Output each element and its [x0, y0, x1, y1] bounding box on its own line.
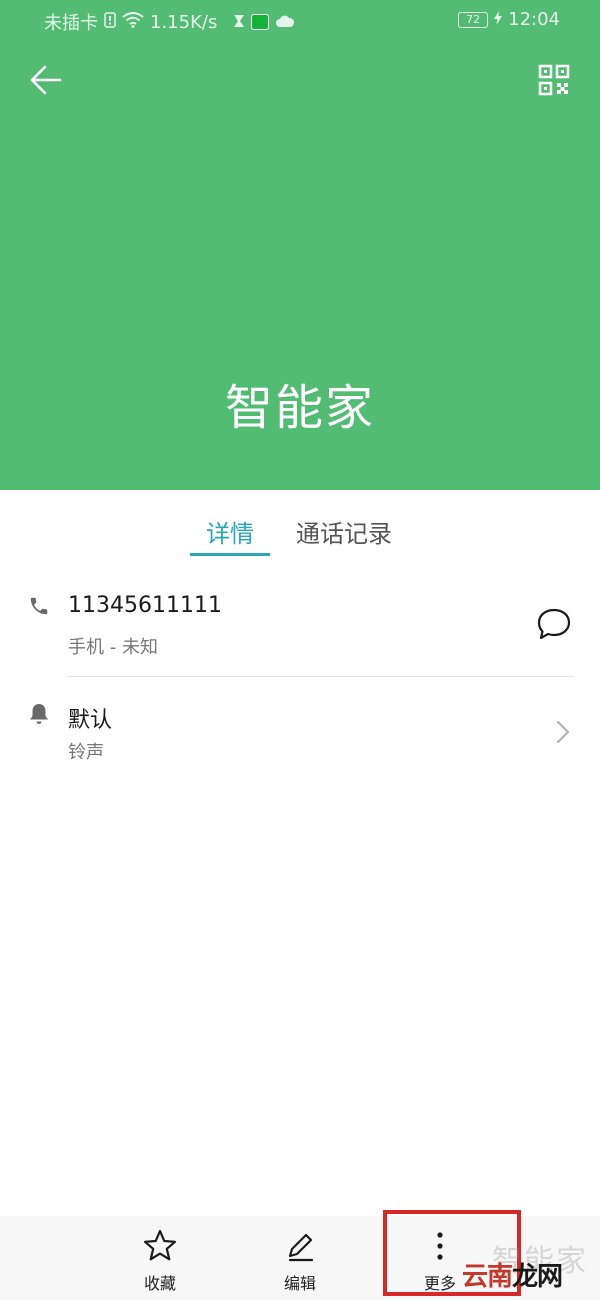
watermark-mid: 龙 [512, 1262, 538, 1292]
pencil-icon [288, 1233, 314, 1262]
ringtone-label: 铃声 [68, 742, 104, 763]
watermark-main-text: 云南龙网 [462, 1256, 563, 1293]
bell-icon [28, 702, 52, 726]
edit-button[interactable]: 编辑 [260, 1228, 340, 1298]
phone-icon [28, 595, 52, 619]
watermark-suffix: 网 [537, 1262, 563, 1292]
favorite-button[interactable]: 收藏 [120, 1228, 200, 1298]
watermark-prefix: 云南 [462, 1262, 513, 1292]
sim-icon [104, 11, 116, 33]
message-icon [537, 608, 571, 640]
detail-tabs: 详情 通话记录 [0, 500, 600, 560]
ringtone-row[interactable]: 默认 铃声 [0, 690, 600, 770]
hourglass-icon [233, 12, 245, 33]
star-icon [143, 1229, 177, 1261]
tab-details[interactable]: 详情 [190, 514, 270, 549]
qr-code-icon [538, 64, 570, 96]
net-speed-text: 1.15K/s [150, 11, 218, 33]
phone-number-row[interactable]: 11345611111 手机 - 未知 [0, 585, 600, 677]
chevron-right-icon [552, 718, 574, 746]
status-right: 72 12:04 [458, 9, 560, 30]
status-left: 未插卡 1.15K/s [44, 9, 295, 35]
ringtone-value: 默认 [68, 708, 113, 733]
cloud-icon [275, 12, 295, 33]
active-tab-indicator [190, 553, 270, 556]
qr-code-button[interactable] [534, 60, 574, 100]
contact-header: 未插卡 1.15K/s 72 12:04 智能家 [0, 0, 600, 490]
arrow-left-icon [30, 65, 62, 95]
favorite-label: 收藏 [143, 1274, 176, 1293]
row-divider [68, 676, 574, 677]
contact-name: 智能家 [224, 380, 375, 436]
app-notification-icon [251, 14, 270, 30]
wifi-icon [122, 11, 144, 33]
carrier-text: 未插卡 [44, 13, 98, 34]
phone-number: 11345611111 [68, 593, 222, 618]
clock-text: 12:04 [508, 9, 560, 30]
charging-icon [494, 9, 503, 30]
send-message-button[interactable] [534, 604, 574, 644]
battery-indicator: 72 [458, 11, 489, 28]
phone-type: 手机 - 未知 [68, 637, 158, 658]
status-bar: 未插卡 1.15K/s 72 12:04 [0, 0, 600, 42]
edit-label: 编辑 [283, 1274, 316, 1293]
tab-call-log[interactable]: 通话记录 [296, 514, 392, 549]
watermark: 智能家 云南龙网 [462, 1244, 594, 1296]
back-button[interactable] [26, 60, 66, 100]
